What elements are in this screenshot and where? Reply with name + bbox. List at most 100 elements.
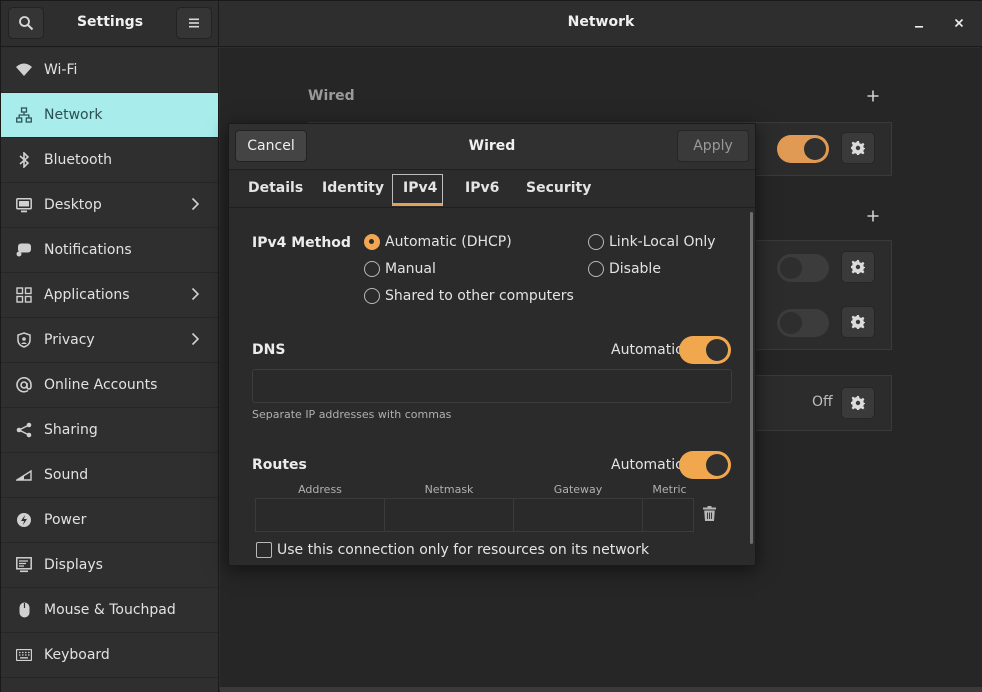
ipv4-content: IPv4 Method Automatic (DHCP) Manual Shar…	[229, 209, 755, 565]
minimize-button[interactable]	[909, 13, 929, 33]
method-automatic-radio[interactable]: Automatic (DHCP)	[364, 234, 512, 250]
sidebar-item-label: Sharing	[44, 422, 98, 438]
vpn-settings-button-1[interactable]	[841, 251, 875, 283]
sidebar: Wi-Fi Network Bluetooth Desktop Notifica…	[1, 48, 219, 692]
sidebar-item-label: Sound	[44, 467, 89, 483]
radio-indicator	[364, 261, 380, 277]
sidebar-header: Settings	[1, 1, 219, 47]
sidebar-item-applications[interactable]: Applications	[1, 273, 218, 318]
checkbox-indicator	[256, 542, 272, 558]
notifications-icon	[16, 242, 32, 258]
route-gateway-input[interactable]	[513, 498, 643, 532]
sidebar-item-label: Power	[44, 512, 87, 528]
wired-section-label: Wired	[308, 88, 355, 104]
dns-input[interactable]	[252, 369, 732, 403]
mouse-icon	[16, 602, 32, 618]
dns-automatic-toggle[interactable]	[679, 336, 731, 364]
cancel-button[interactable]: Cancel	[235, 130, 307, 162]
minimize-icon	[915, 26, 923, 28]
radio-label: Automatic (DHCP)	[385, 234, 512, 250]
apply-button[interactable]: Apply	[677, 130, 749, 162]
sidebar-item-privacy[interactable]: Privacy	[1, 318, 218, 363]
sidebar-item-wifi[interactable]: Wi-Fi	[1, 48, 218, 93]
sidebar-item-sound[interactable]: Sound	[1, 453, 218, 498]
page-title: Network	[567, 14, 635, 30]
close-button[interactable]	[949, 13, 969, 33]
method-manual-radio[interactable]: Manual	[364, 261, 436, 277]
routes-column-gateway: Gateway	[553, 483, 603, 496]
sidebar-item-desktop[interactable]: Desktop	[1, 183, 218, 228]
dns-automatic-label: Automatic	[611, 342, 683, 358]
desktop-icon	[16, 197, 32, 213]
add-vpn-button[interactable]	[867, 206, 879, 227]
routes-automatic-label: Automatic	[611, 457, 683, 473]
radio-indicator	[364, 234, 380, 250]
radio-label: Link-Local Only	[609, 234, 716, 250]
routes-column-address: Address	[298, 483, 342, 496]
route-metric-input[interactable]	[642, 498, 694, 532]
chevron-right-icon	[191, 196, 200, 215]
ipv4-method-label: IPv4 Method	[252, 235, 351, 251]
sidebar-item-label: Wi-Fi	[44, 62, 78, 78]
dialog-header: Cancel Wired Apply	[229, 124, 755, 170]
sharing-icon	[16, 422, 32, 438]
sidebar-item-keyboard[interactable]: Keyboard	[1, 633, 218, 678]
gear-icon	[851, 315, 865, 329]
sidebar-item-label: Bluetooth	[44, 152, 112, 168]
wired-settings-button[interactable]	[841, 132, 875, 164]
tab-identity[interactable]: Identity	[322, 180, 384, 196]
tab-details[interactable]: Details	[248, 180, 303, 196]
sidebar-item-displays[interactable]: Displays	[1, 543, 218, 588]
routes-column-netmask: Netmask	[424, 483, 474, 496]
keyboard-icon	[16, 647, 32, 663]
add-wired-button[interactable]	[867, 86, 879, 107]
delete-route-button[interactable]	[703, 506, 716, 525]
sidebar-item-label: Desktop	[44, 197, 102, 213]
sidebar-item-label: Network	[44, 107, 103, 123]
route-address-input[interactable]	[255, 498, 385, 532]
proxy-settings-button[interactable]	[841, 387, 875, 419]
power-icon	[16, 512, 32, 528]
dns-hint: Separate IP addresses with commas	[252, 408, 452, 421]
sidebar-item-online-accounts[interactable]: Online Accounts	[1, 363, 218, 408]
privacy-icon	[16, 332, 32, 348]
dialog-tabs: Details Identity IPv4 IPv6 Security	[229, 170, 755, 208]
tab-ipv6[interactable]: IPv6	[465, 180, 499, 196]
method-shared-radio[interactable]: Shared to other computers	[364, 288, 574, 304]
only-resources-checkbox[interactable]: Use this connection only for resources o…	[256, 542, 649, 558]
radio-indicator	[364, 288, 380, 304]
gear-icon	[851, 260, 865, 274]
sidebar-item-bluetooth[interactable]: Bluetooth	[1, 138, 218, 183]
method-disable-radio[interactable]: Disable	[588, 261, 661, 277]
radio-indicator	[588, 234, 604, 250]
chevron-right-icon	[191, 331, 200, 350]
routes-column-metric: Metric	[652, 483, 687, 496]
bottom-strip	[220, 687, 982, 692]
method-link-local-radio[interactable]: Link-Local Only	[588, 234, 716, 250]
sidebar-item-network[interactable]: Network	[1, 93, 218, 138]
network-icon	[16, 107, 32, 123]
vpn-toggle-2[interactable]	[777, 309, 829, 337]
sidebar-item-label: Online Accounts	[44, 377, 158, 393]
close-icon	[954, 18, 964, 28]
wired-toggle[interactable]	[777, 135, 829, 163]
online-accounts-icon	[16, 377, 32, 393]
tab-ipv4[interactable]: IPv4	[403, 180, 437, 196]
sidebar-item-sharing[interactable]: Sharing	[1, 408, 218, 453]
dialog-scrollbar[interactable]	[750, 212, 753, 544]
search-icon	[19, 16, 34, 31]
sidebar-item-power[interactable]: Power	[1, 498, 218, 543]
vpn-settings-button-2[interactable]	[841, 306, 875, 338]
vpn-toggle-1[interactable]	[777, 254, 829, 282]
menu-button[interactable]	[176, 7, 212, 39]
routes-automatic-toggle[interactable]	[679, 451, 731, 479]
search-button[interactable]	[8, 7, 44, 39]
sidebar-item-mouse-touchpad[interactable]: Mouse & Touchpad	[1, 588, 218, 633]
gear-icon	[851, 141, 865, 155]
hamburger-icon	[189, 18, 199, 28]
radio-label: Shared to other computers	[385, 288, 574, 304]
sidebar-item-notifications[interactable]: Notifications	[1, 228, 218, 273]
radio-label: Manual	[385, 261, 436, 277]
tab-security[interactable]: Security	[526, 180, 591, 196]
route-netmask-input[interactable]	[384, 498, 514, 532]
